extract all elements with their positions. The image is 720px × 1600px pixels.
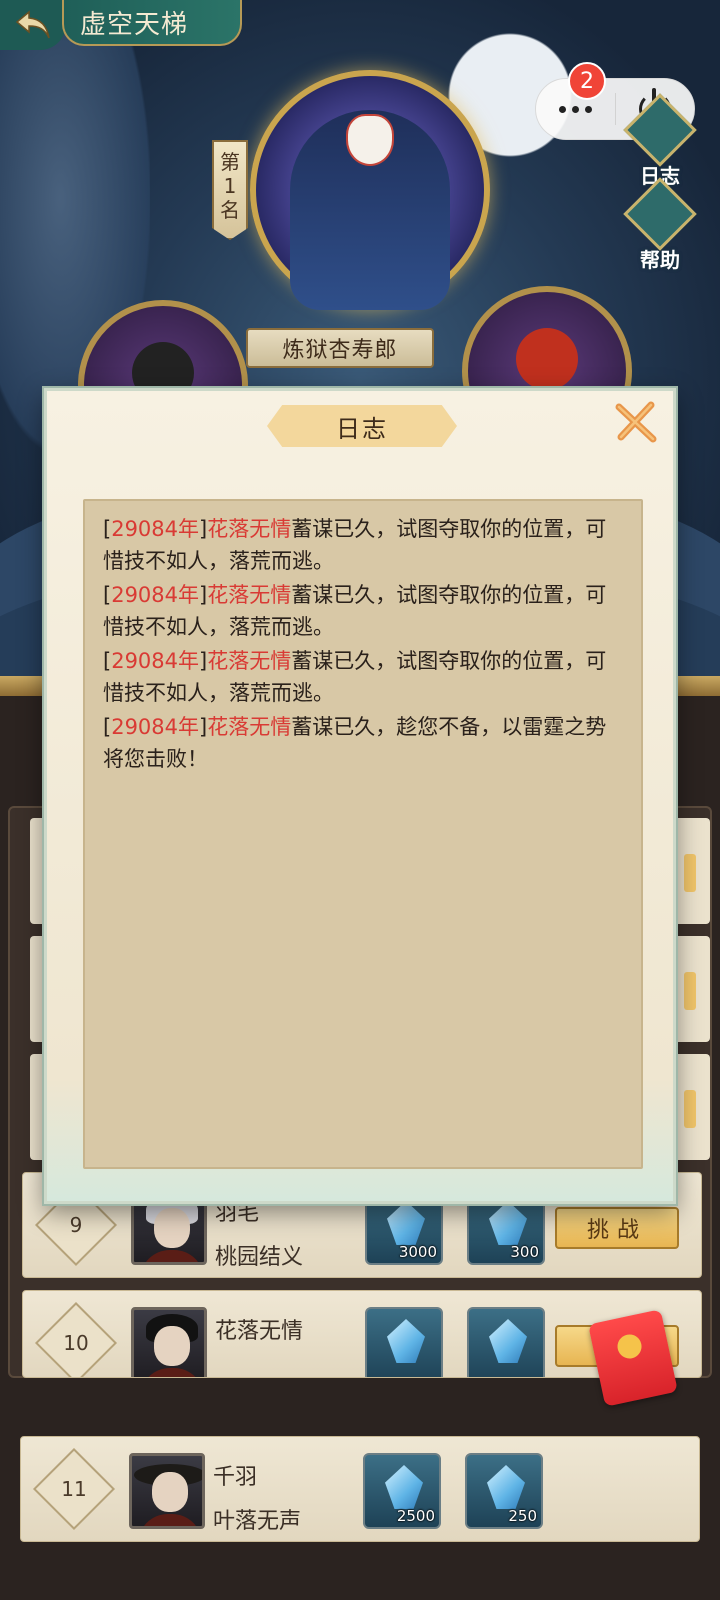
log-player: 花落无情 xyxy=(207,517,292,541)
log-entry: [29084年]花落无情蓄谋已久，试图夺取你的位置，可惜技不如人，落荒而逃。 xyxy=(103,649,607,705)
dialog-title: 日志 xyxy=(267,405,457,447)
close-icon[interactable] xyxy=(613,399,659,445)
log-year: 29084年 xyxy=(111,583,200,607)
log-year: 29084年 xyxy=(111,715,200,739)
log-entry: [29084年]花落无情蓄谋已久，试图夺取你的位置，可惜技不如人，落荒而逃。 xyxy=(103,583,607,639)
log-player: 花落无情 xyxy=(207,583,292,607)
log-player: 花落无情 xyxy=(207,649,292,673)
log-player: 花落无情 xyxy=(207,715,292,739)
log-year: 29084年 xyxy=(111,517,200,541)
log-entry: [29084年]花落无情蓄谋已久，趁您不备，以雷霆之势将您击败！ xyxy=(103,715,607,771)
log-list[interactable]: [29084年]花落无情蓄谋已久，试图夺取你的位置，可惜技不如人，落荒而逃。 [… xyxy=(83,499,643,1169)
log-dialog: 日志 [29084年]花落无情蓄谋已久，试图夺取你的位置，可惜技不如人，落荒而逃… xyxy=(44,388,676,1204)
log-entry: [29084年]花落无情蓄谋已久，试图夺取你的位置，可惜技不如人，落荒而逃。 xyxy=(103,517,607,573)
log-year: 29084年 xyxy=(111,649,200,673)
